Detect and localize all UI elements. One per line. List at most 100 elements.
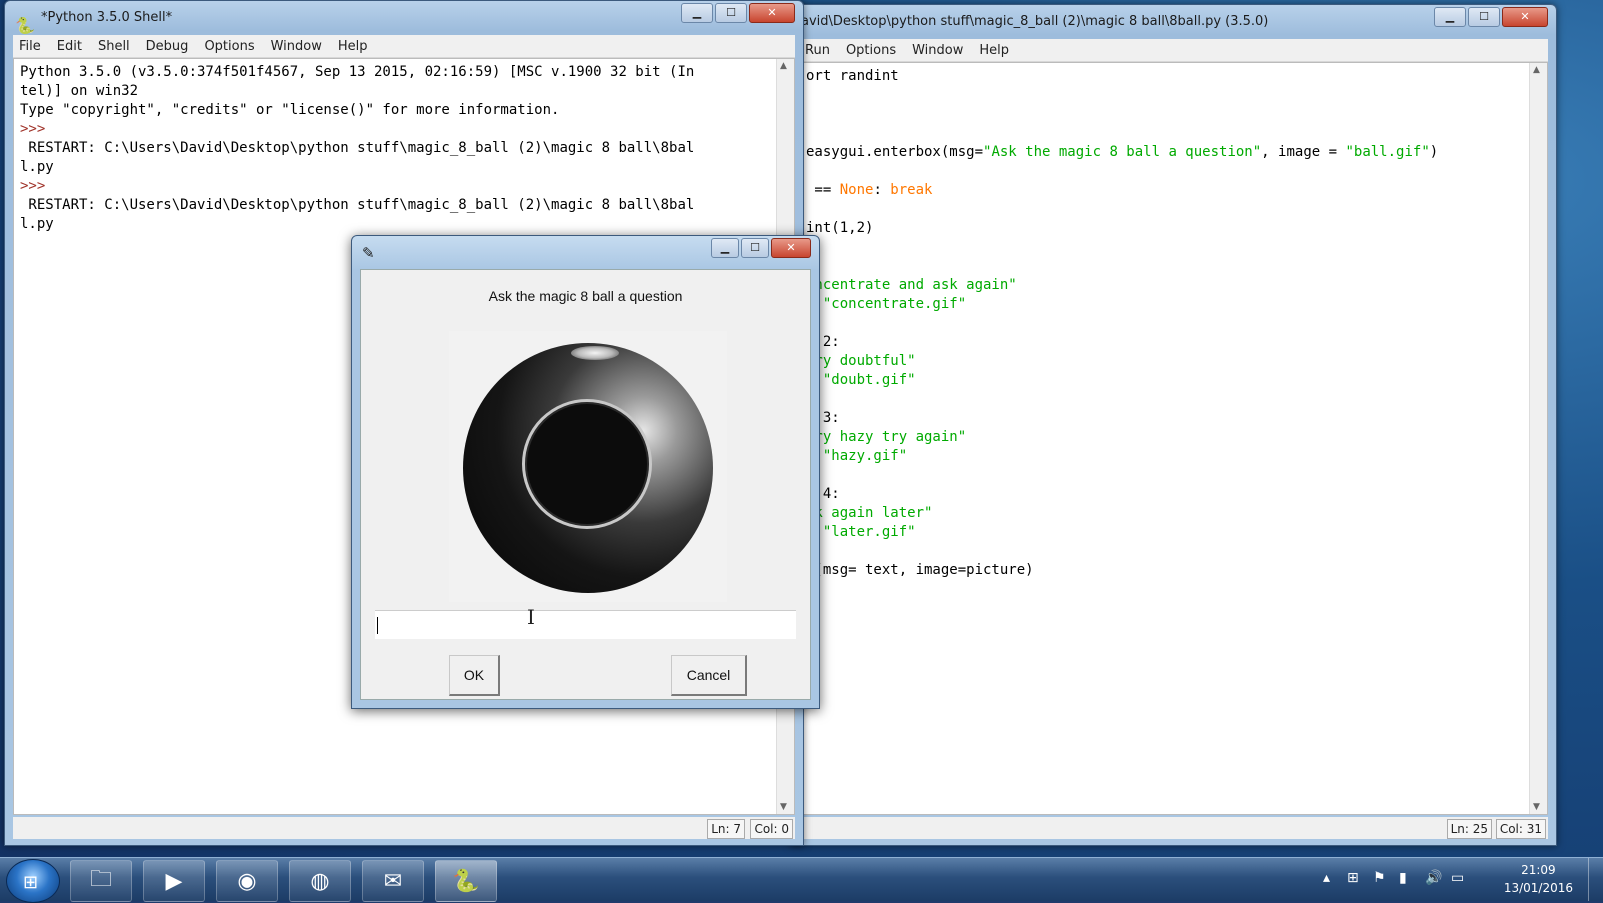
scroll-down-icon[interactable]: ▼ xyxy=(1533,802,1540,812)
menu-edit[interactable]: Edit xyxy=(51,39,88,54)
code-line: x(msg= text, image=picture) xyxy=(806,562,1034,578)
editor-text-area[interactable]: ort randint easygui.enterbox(msg="Ask th… xyxy=(799,62,1548,815)
code-line: ery doubtful" xyxy=(806,352,1438,371)
media-player-icon[interactable]: ▶ xyxy=(143,860,205,902)
string-literal: "ball.gif" xyxy=(1345,144,1430,160)
scroll-up-icon[interactable]: ▲ xyxy=(1533,65,1540,75)
code-line: ort randint xyxy=(806,68,899,84)
code-line: "later.gif" xyxy=(806,523,1438,542)
menu-window[interactable]: Window xyxy=(265,39,328,54)
menu-options[interactable]: Options xyxy=(198,39,260,54)
string-literal: "later.gif" xyxy=(806,524,916,540)
python-idle-icon[interactable]: 🐍 xyxy=(435,860,497,902)
shell-line: l.py xyxy=(20,216,54,232)
shell-line: RESTART: C:\Users\David\Desktop\python s… xyxy=(20,197,695,213)
notepad-icon[interactable]: ✉ xyxy=(362,860,424,902)
string-literal: "doubt.gif" xyxy=(806,372,916,388)
code-line: = 2: xyxy=(806,334,840,350)
code-line: "hazy.gif" xyxy=(806,447,1438,466)
code-token: == xyxy=(806,182,840,198)
column-number: Col: 0 xyxy=(750,819,793,839)
shell-line: >>> xyxy=(20,120,694,139)
shell-line: >>> xyxy=(20,177,694,196)
system-tray: ▴ ⊞ ⚑ ▮ 🔊 ▭ 21:09 13/01/2016 xyxy=(1283,858,1603,901)
shell-line: Python 3.5.0 (v3.5.0:374f501f4567, Sep 1… xyxy=(20,64,695,80)
menu-file[interactable]: File xyxy=(13,39,47,54)
cancel-button[interactable]: Cancel xyxy=(671,655,747,696)
clock[interactable]: 21:09 13/01/2016 xyxy=(1504,861,1573,897)
string-literal: ery hazy try again" xyxy=(806,429,967,445)
file-explorer-icon[interactable]: 🗀 xyxy=(70,860,132,902)
question-input[interactable]: I xyxy=(375,605,796,639)
ball-sphere xyxy=(463,343,713,593)
volume-icon[interactable]: 🔊 xyxy=(1425,870,1442,886)
menu-run[interactable]: Run xyxy=(799,43,836,58)
keyword: break xyxy=(890,182,933,198)
shell-line: RESTART: C:\Users\David\Desktop\python s… xyxy=(20,140,695,156)
menu-debug[interactable]: Debug xyxy=(140,39,195,54)
menu-help[interactable]: Help xyxy=(973,43,1015,58)
magic-8-ball-image xyxy=(449,331,727,602)
string-literal: oncentrate and ask again" xyxy=(806,277,1017,293)
column-number: Col: 31 xyxy=(1495,819,1546,839)
code-line: "doubt.gif" xyxy=(806,371,1438,390)
code-line: easygui.enterbox(msg="Ask the magic 8 ba… xyxy=(806,143,1438,162)
keyword: None xyxy=(839,182,874,198)
minimize-button[interactable]: ▁ xyxy=(1434,7,1466,27)
dialog-titlebar[interactable]: ✎ ▁ ☐ ✕ xyxy=(352,236,819,268)
menu-help[interactable]: Help xyxy=(332,39,374,54)
editor-code: ort randint easygui.enterbox(msg="Ask th… xyxy=(806,67,1438,580)
menu-window[interactable]: Window xyxy=(906,43,969,58)
display-icon[interactable]: ▭ xyxy=(1451,870,1464,886)
firefox-icon[interactable]: ◉ xyxy=(216,860,278,902)
show-hidden-icons-icon[interactable]: ▴ xyxy=(1323,870,1330,886)
action-center-icon[interactable]: ⚑ xyxy=(1373,870,1386,886)
close-button[interactable]: ✕ xyxy=(1502,7,1548,27)
maximize-button[interactable]: ☐ xyxy=(1468,7,1500,27)
code-line: "concentrate.gif" xyxy=(806,295,1438,314)
close-button[interactable]: ✕ xyxy=(771,238,811,258)
menu-shell[interactable]: Shell xyxy=(92,39,136,54)
code-line: oncentrate and ask again" xyxy=(806,276,1438,295)
code-line: = 3: xyxy=(806,410,840,426)
network-icon[interactable]: ▮ xyxy=(1399,870,1407,886)
editor-scrollbar[interactable]: ▲ ▼ xyxy=(1529,63,1547,814)
shell-statusbar: Ln: 7 Col: 0 xyxy=(13,817,795,839)
clock-date: 13/01/2016 xyxy=(1503,881,1573,895)
shell-titlebar[interactable]: 🐍 *Python 3.5.0 Shell* ▁ ☐ ✕ xyxy=(5,1,803,35)
editor-menubar: Run Options Window Help xyxy=(799,39,1548,62)
start-button[interactable]: ⊞ xyxy=(6,859,60,903)
line-number: Ln: 7 xyxy=(707,819,745,839)
scroll-up-icon[interactable]: ▲ xyxy=(780,61,787,71)
maximize-button[interactable]: ☐ xyxy=(715,3,747,23)
dialog-message: Ask the magic 8 ball a question xyxy=(488,288,683,304)
editor-title: avid\Desktop\python stuff\magic_8_ball (… xyxy=(801,14,1269,29)
ok-button[interactable]: OK xyxy=(449,655,500,696)
string-literal: "hazy.gif" xyxy=(806,448,908,464)
maximize-button[interactable]: ☐ xyxy=(741,238,769,258)
ball-window xyxy=(522,399,652,529)
close-button[interactable]: ✕ xyxy=(749,3,795,23)
shell-title: *Python 3.5.0 Shell* xyxy=(41,10,173,25)
chrome-icon[interactable]: ◍ xyxy=(289,860,351,902)
show-desktop-button[interactable] xyxy=(1588,858,1603,901)
scroll-down-icon[interactable]: ▼ xyxy=(780,802,787,812)
code-token: easygui.enterbox(msg= xyxy=(806,144,984,160)
windows-flag-icon[interactable]: ⊞ xyxy=(1347,870,1359,886)
ball-highlight xyxy=(571,346,619,360)
shell-line: tel)] on win32 xyxy=(20,83,139,99)
shell-line: l.py xyxy=(20,159,54,175)
menu-options[interactable]: Options xyxy=(840,43,902,58)
editor-window: avid\Desktop\python stuff\magic_8_ball (… xyxy=(790,4,1557,846)
enterbox-dialog: ✎ ▁ ☐ ✕ Ask the magic 8 ball a question … xyxy=(351,235,820,709)
minimize-button[interactable]: ▁ xyxy=(711,238,739,258)
taskbar: ⊞ 🗀 ▶ ◉ ◍ ✉ 🐍 ▴ ⊞ ⚑ ▮ 🔊 ▭ 21:09 13/01/20… xyxy=(0,857,1603,903)
editor-titlebar[interactable]: avid\Desktop\python stuff\magic_8_ball (… xyxy=(791,5,1556,39)
minimize-button[interactable]: ▁ xyxy=(681,3,713,23)
